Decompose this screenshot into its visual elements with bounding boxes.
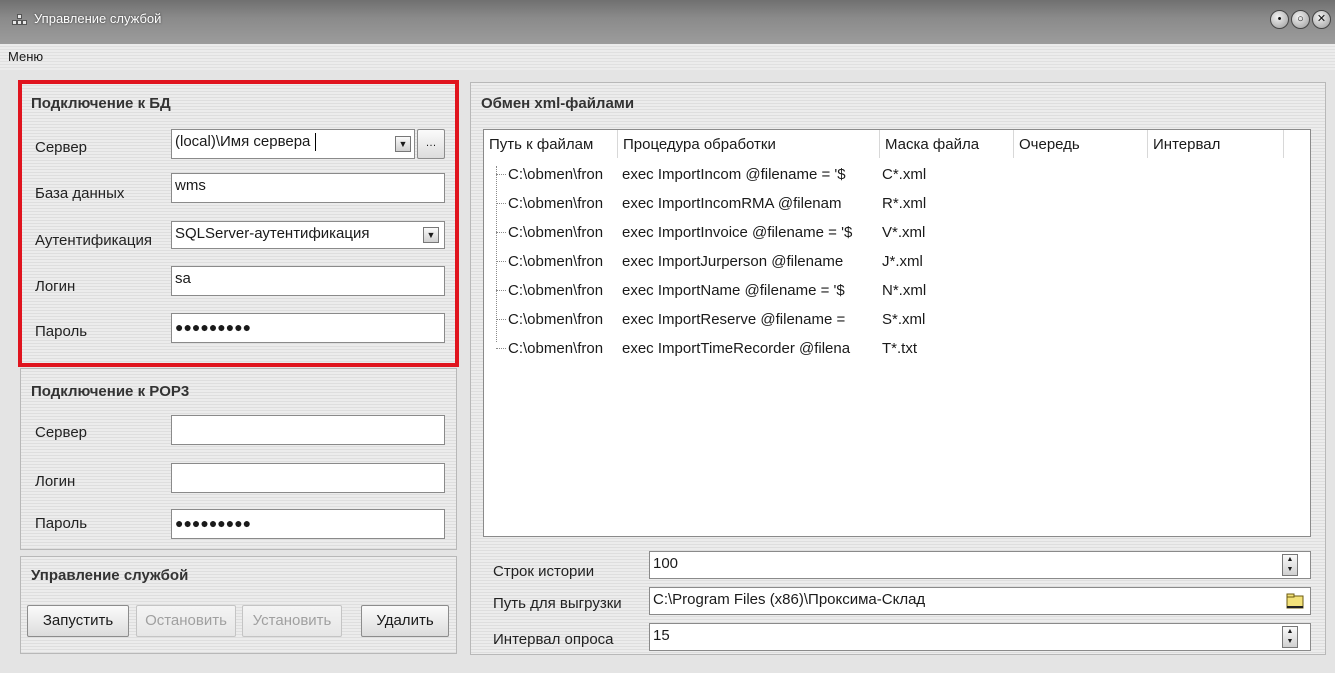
history-label: Строк истории <box>493 563 595 580</box>
spin-up-icon[interactable]: ▲ <box>1283 555 1297 565</box>
row-path: C:\obmen\fron <box>508 311 604 328</box>
table-row[interactable]: C:\obmen\fron exec ImportIncom @filename… <box>484 160 1310 189</box>
maximize-icon[interactable]: ○ <box>1291 10 1310 29</box>
folder-icon[interactable] <box>1286 592 1304 610</box>
poll-interval-value: 15 <box>653 627 670 644</box>
row-path: C:\obmen\fron <box>508 195 604 212</box>
table-row[interactable]: C:\obmen\fron exec ImportTimeRecorder @f… <box>484 334 1310 363</box>
column-header-queue[interactable]: Очередь <box>1014 130 1148 158</box>
row-procedure: exec ImportTimeRecorder @filena <box>622 340 851 357</box>
export-path-field[interactable]: C:\Program Files (x86)\Проксима-Склад <box>649 587 1311 615</box>
menu-bar: Меню <box>0 44 1335 70</box>
xml-files-list[interactable]: Путь к файлам Процедура обработки Маска … <box>483 129 1311 537</box>
delete-button[interactable]: Удалить <box>361 605 449 637</box>
stop-button[interactable]: Остановить <box>136 605 236 637</box>
pop3-login-field[interactable] <box>171 463 445 493</box>
xml-panel-title: Обмен xml-файлами <box>481 95 635 112</box>
start-button[interactable]: Запустить <box>27 605 129 637</box>
menu-item-menu[interactable]: Меню <box>8 49 43 64</box>
row-procedure: exec ImportName @filename = '$ <box>622 282 845 299</box>
row-mask: T*.txt <box>882 340 918 357</box>
row-mask: R*.xml <box>882 195 927 212</box>
row-mask: N*.xml <box>882 282 927 299</box>
row-path: C:\obmen\fron <box>508 224 604 241</box>
pop3-connection-panel: Подключение к POP3 Сервер Логин Пароль ●… <box>20 368 457 550</box>
table-row[interactable]: C:\obmen\fron exec ImportIncomRMA @filen… <box>484 189 1310 218</box>
service-panel-title: Управление службой <box>31 567 189 584</box>
table-row[interactable]: C:\obmen\fron exec ImportJurperson @file… <box>484 247 1310 276</box>
pop3-login-label: Логин <box>35 473 76 490</box>
app-icon <box>12 14 30 26</box>
row-mask: J*.xml <box>882 253 923 270</box>
pop3-password-field[interactable]: ●●●●●●●●● <box>171 509 445 539</box>
column-header-path[interactable]: Путь к файлам <box>484 130 618 158</box>
row-procedure: exec ImportReserve @filename = <box>622 311 846 328</box>
row-path: C:\obmen\fron <box>508 340 604 357</box>
row-procedure: exec ImportInvoice @filename = '$ <box>622 224 853 241</box>
xml-exchange-panel: Обмен xml-файлами Путь к файлам Процедур… <box>470 82 1326 655</box>
history-value: 100 <box>653 555 679 572</box>
row-path: C:\obmen\fron <box>508 282 604 299</box>
row-path: C:\obmen\fron <box>508 253 604 270</box>
install-button[interactable]: Установить <box>242 605 342 637</box>
export-path-label: Путь для выгрузки <box>493 595 622 612</box>
pop3-panel-title: Подключение к POP3 <box>31 383 190 400</box>
column-header-procedure[interactable]: Процедура обработки <box>618 130 880 158</box>
highlight-frame <box>18 80 459 367</box>
history-spinbox[interactable]: 100 <box>649 551 1311 579</box>
table-row[interactable]: C:\obmen\fron exec ImportName @filename … <box>484 276 1310 305</box>
title-bar: Управление службой • ○ ✕ <box>0 0 1335 44</box>
export-path-value: C:\Program Files (x86)\Проксима-Склад <box>653 591 926 608</box>
spin-down-icon[interactable]: ▼ <box>1283 565 1297 575</box>
poll-interval-label: Интервал опроса <box>493 631 614 648</box>
row-procedure: exec ImportJurperson @filename <box>622 253 844 270</box>
row-path: C:\obmen\fron <box>508 166 604 183</box>
history-spinner[interactable]: ▲ ▼ <box>1282 554 1298 576</box>
row-mask: V*.xml <box>882 224 926 241</box>
spin-up-icon[interactable]: ▲ <box>1283 627 1297 637</box>
close-icon[interactable]: ✕ <box>1312 10 1331 29</box>
row-mask: S*.xml <box>882 311 926 328</box>
table-row[interactable]: C:\obmen\fron exec ImportInvoice @filena… <box>484 218 1310 247</box>
column-header-mask[interactable]: Маска файла <box>880 130 1014 158</box>
row-mask: C*.xml <box>882 166 927 183</box>
poll-interval-spinner[interactable]: ▲ ▼ <box>1282 626 1298 648</box>
spin-down-icon[interactable]: ▼ <box>1283 637 1297 647</box>
row-procedure: exec ImportIncom @filename = '$ <box>622 166 846 183</box>
pop3-password-label: Пароль <box>35 515 88 532</box>
minimize-icon[interactable]: • <box>1270 10 1289 29</box>
service-control-panel: Управление службой Запустить Остановить … <box>20 556 457 654</box>
pop3-server-field[interactable] <box>171 415 445 445</box>
window-title: Управление службой <box>34 11 162 26</box>
row-procedure: exec ImportIncomRMA @filenam <box>622 195 842 212</box>
poll-interval-spinbox[interactable]: 15 <box>649 623 1311 651</box>
pop3-server-label: Сервер <box>35 424 88 441</box>
table-row[interactable]: C:\obmen\fron exec ImportReserve @filena… <box>484 305 1310 334</box>
column-header-interval[interactable]: Интервал <box>1148 130 1284 158</box>
